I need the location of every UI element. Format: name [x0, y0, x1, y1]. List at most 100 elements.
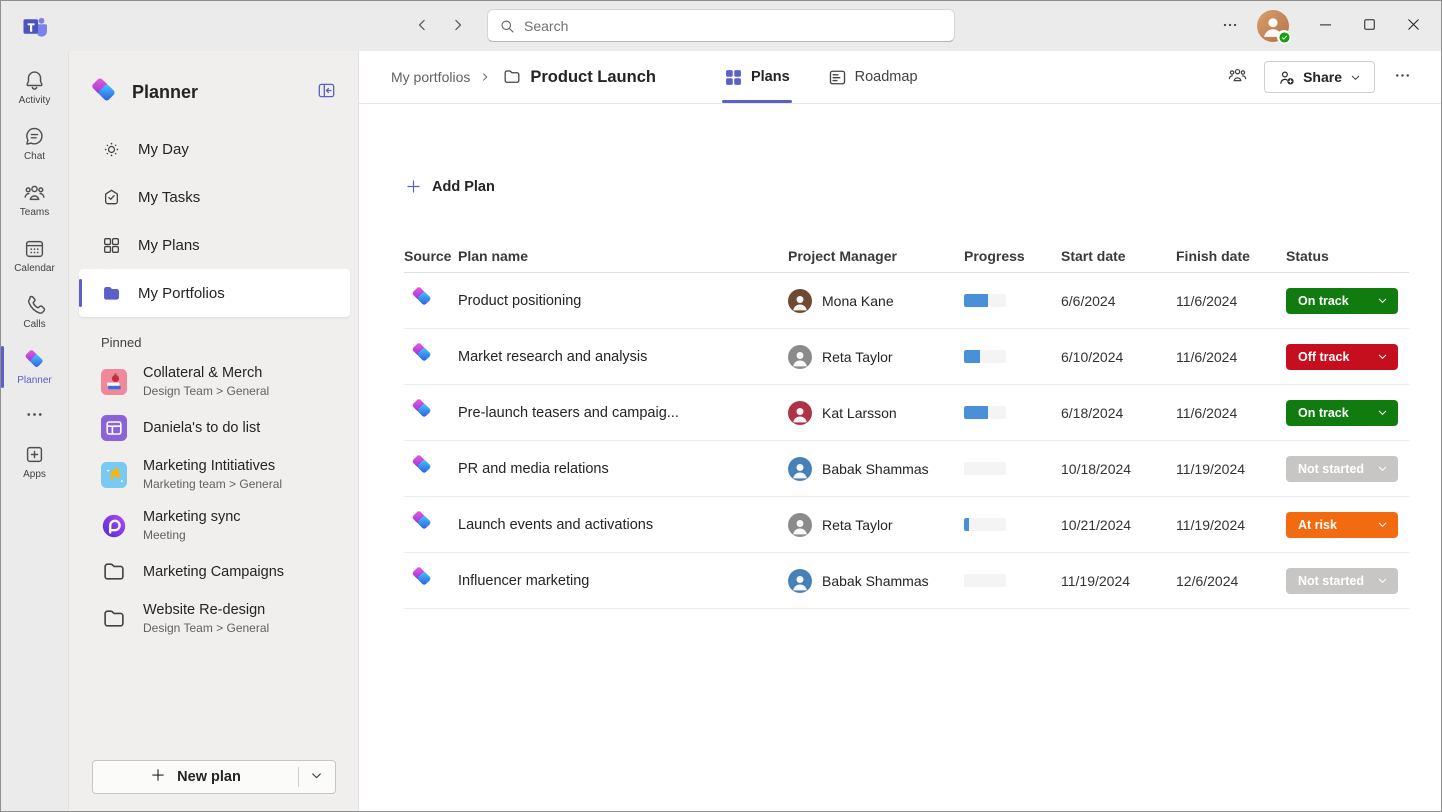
rail-item[interactable] — [1, 395, 68, 433]
plan-name-link[interactable]: Influencer marketing — [458, 573, 788, 589]
chevron-down-icon — [1376, 574, 1389, 587]
sidebar-nav-item[interactable]: My Plans — [79, 221, 350, 269]
more-dots-icon — [1220, 23, 1240, 38]
plan-name-link[interactable]: Launch events and activations — [458, 517, 788, 533]
planner-source-icon — [410, 342, 434, 366]
planner-source-icon — [410, 286, 434, 310]
phone-icon — [23, 293, 46, 316]
more-dots-icon — [23, 403, 46, 426]
finish-date: 11/6/2024 — [1176, 405, 1286, 421]
plan-name-link[interactable]: Market research and analysis — [458, 349, 788, 365]
table-row[interactable]: Pre-launch teasers and campaig... Kat La… — [404, 385, 1409, 441]
tab[interactable]: Roadmap — [826, 51, 920, 103]
titlebar-more-button[interactable] — [1213, 1, 1247, 51]
start-date: 10/18/2024 — [1061, 461, 1176, 477]
table-row[interactable]: Product positioning Mona Kane — [404, 273, 1409, 329]
rail-item[interactable]: Teams — [1, 171, 68, 227]
close-button[interactable] — [1391, 1, 1435, 51]
collapse-sidebar-button[interactable] — [312, 78, 340, 106]
new-plan-dropdown-button[interactable] — [299, 761, 335, 793]
start-date: 6/10/2024 — [1061, 349, 1176, 365]
planner-logo-icon — [23, 349, 46, 372]
app-rail: Activity Chat Teams Calendar — [1, 51, 69, 812]
sun-icon — [101, 139, 122, 160]
members-button[interactable] — [1220, 60, 1254, 94]
rail-item[interactable]: Planner — [1, 339, 68, 395]
plan-name-link[interactable]: Pre-launch teasers and campaig... — [458, 405, 788, 421]
table-row[interactable]: PR and media relations Babak Shammas — [404, 441, 1409, 497]
share-button[interactable]: Share — [1264, 61, 1375, 93]
tab[interactable]: Plans — [722, 51, 792, 103]
user-avatar[interactable] — [1257, 10, 1289, 42]
start-date: 6/18/2024 — [1061, 405, 1176, 421]
plus-icon — [149, 766, 167, 788]
progress-fill — [964, 518, 969, 531]
sidebar-nav-item[interactable]: My Portfolios — [79, 269, 350, 317]
maximize-button[interactable] — [1347, 1, 1391, 51]
plan-name-link[interactable]: PR and media relations — [458, 461, 788, 477]
table-row[interactable]: Launch events and activations Reta Taylo… — [404, 497, 1409, 553]
pinned-item[interactable]: Marketing sync Meeting — [69, 500, 358, 551]
chevron-down-icon — [1376, 518, 1389, 531]
progress-fill — [964, 294, 988, 307]
pinned-item[interactable]: Website Re-design Design Team > General — [69, 593, 358, 644]
folder-outline-icon — [101, 559, 127, 585]
column-header: Source — [404, 248, 458, 264]
breadcrumb-root-link[interactable]: My portfolios — [391, 69, 470, 85]
progress-fill — [964, 406, 988, 419]
sidebar-nav-item[interactable]: My Tasks — [79, 173, 350, 221]
finish-date: 11/6/2024 — [1176, 293, 1286, 309]
rail-item[interactable]: Calendar — [1, 227, 68, 283]
status-label: On track — [1298, 406, 1349, 420]
chat-icon — [23, 125, 46, 148]
planner-source-icon — [410, 454, 434, 478]
table-row[interactable]: Market research and analysis Reta Taylor — [404, 329, 1409, 385]
status-dropdown[interactable]: On track — [1286, 400, 1398, 426]
pinned-item[interactable]: Collateral & Merch Design Team > General — [69, 356, 358, 407]
pinned-item[interactable]: Marketing Campaigns — [69, 551, 358, 593]
new-plan-button[interactable]: New plan — [93, 761, 298, 793]
pinned-item[interactable]: Daniela's to do list — [69, 407, 358, 449]
rail-item[interactable]: Apps — [1, 433, 68, 489]
sidebar-nav-item[interactable]: My Day — [79, 125, 350, 173]
plans-grid-icon — [724, 68, 743, 87]
status-dropdown[interactable]: On track — [1286, 288, 1398, 314]
pinned-section-header: Pinned — [69, 317, 358, 356]
plan-name-link[interactable]: Product positioning — [458, 293, 788, 309]
status-dropdown[interactable]: Off track — [1286, 344, 1398, 370]
collateral-merch-icon — [101, 369, 127, 395]
header-actions: Share — [1220, 51, 1419, 103]
finish-date: 11/19/2024 — [1176, 517, 1286, 533]
rail-item[interactable]: Chat — [1, 115, 68, 171]
chevron-left-icon — [412, 23, 432, 38]
person-add-icon — [1277, 68, 1296, 87]
rail-item[interactable]: Activity — [1, 59, 68, 115]
search-box[interactable] — [487, 9, 955, 42]
plans-content: Add Plan SourcePlan nameProject ManagerP… — [359, 104, 1441, 609]
collapse-panel-icon — [316, 89, 337, 104]
minimize-icon — [1316, 22, 1335, 37]
forward-button[interactable] — [443, 10, 473, 42]
add-plan-button[interactable]: Add Plan — [404, 177, 495, 196]
table-row[interactable]: Influencer marketing Babak Shammas — [404, 553, 1409, 609]
status-dropdown[interactable]: At risk — [1286, 512, 1398, 538]
status-dropdown[interactable]: Not started — [1286, 568, 1398, 594]
minimize-button[interactable] — [1303, 1, 1347, 51]
search-input[interactable] — [524, 18, 944, 34]
teams-logo-icon — [21, 13, 49, 41]
planner-source-icon — [410, 398, 434, 422]
back-button[interactable] — [407, 10, 437, 42]
pinned-item[interactable]: Marketing Intitiatives Marketing team > … — [69, 449, 358, 500]
more-options-button[interactable] — [1385, 60, 1419, 94]
todo-list-icon — [101, 415, 127, 441]
chevron-right-icon — [448, 23, 468, 38]
pinned-list: Collateral & Merch Design Team > General… — [69, 356, 358, 644]
task-check-icon — [101, 187, 122, 208]
manager-name: Mona Kane — [822, 293, 894, 309]
rail-item[interactable]: Calls — [1, 283, 68, 339]
status-dropdown[interactable]: Not started — [1286, 456, 1398, 482]
start-date: 6/6/2024 — [1061, 293, 1176, 309]
chevron-right-icon — [478, 70, 492, 84]
folder-outline-icon — [101, 606, 127, 632]
manager-name: Reta Taylor — [822, 517, 893, 533]
